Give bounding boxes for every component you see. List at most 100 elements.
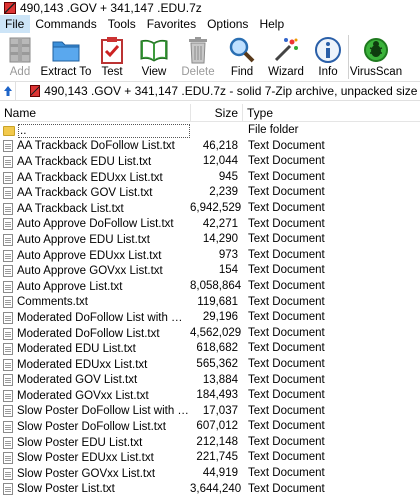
text-file-icon <box>3 140 13 153</box>
file-row[interactable]: Moderated EDUxx List.txt 565,362 Text Docu… <box>0 357 420 373</box>
menu-favorites[interactable]: Favorites <box>142 15 202 33</box>
file-row[interactable]: AA Trackback GOV List.txt 2,239 Text Docum… <box>0 185 420 201</box>
file-size: 221,745 <box>196 451 238 464</box>
file-type: Text Document <box>248 264 325 277</box>
winrar-app-icon[interactable] <box>4 1 16 14</box>
view-button[interactable]: View <box>132 33 176 81</box>
file-name: Comments.txt <box>17 296 88 309</box>
file-type: Text Document <box>248 279 325 292</box>
file-size: 618,682 <box>196 342 238 355</box>
file-row[interactable]: AA Trackback EDUxx List.txt 945 Text Docum… <box>0 170 420 186</box>
text-file-icon <box>3 483 13 496</box>
column-header-size[interactable]: Size <box>190 103 242 122</box>
parent-folder-row[interactable]: .. File folder <box>0 123 420 139</box>
file-row[interactable]: AA Trackback List.txt 6,942,529 Text Docum… <box>0 201 420 217</box>
delete-button[interactable]: Delete <box>176 33 220 81</box>
file-name: Auto Approve DoFollow List.txt <box>17 218 174 231</box>
file-type: Text Document <box>248 420 325 433</box>
file-row[interactable]: Moderated DoFollow List.txt 4,562,029 Text… <box>0 326 420 342</box>
file-size: 973 <box>218 248 238 261</box>
file-row[interactable]: Moderated GOV List.txt 13,884 Text Documen… <box>0 373 420 389</box>
text-file-icon <box>3 358 13 371</box>
file-type: Text Document <box>248 201 325 214</box>
info-button[interactable]: Info <box>308 33 348 81</box>
arrow-up-icon <box>3 86 12 96</box>
text-file-icon <box>3 327 13 340</box>
file-row[interactable]: Auto Approve EDUxx List.txt 973 Text Docum… <box>0 248 420 264</box>
file-name: AA Trackback EDU List.txt <box>17 155 152 168</box>
file-name: Auto Approve EDUxx List.txt <box>17 249 162 262</box>
file-row[interactable]: Slow Poster List.txt 3,644,240 Text Docume… <box>0 482 420 498</box>
file-size: 184,493 <box>196 389 238 402</box>
file-row[interactable]: AA Trackback DoFollow List.txt 46,218 Text… <box>0 139 420 155</box>
text-file-icon <box>3 436 13 449</box>
file-row[interactable]: Auto Approve DoFollow List.txt 42,271 Text… <box>0 217 420 233</box>
archive-path[interactable]: 490,143 .GOV + 341,147 .EDU.7z - solid 7… <box>44 84 420 98</box>
file-type: Text Document <box>248 389 325 402</box>
file-name: Slow Poster List.txt <box>17 483 115 496</box>
file-row[interactable]: Slow Poster DoFollow List with Domain ..… <box>0 404 420 420</box>
file-row[interactable]: Slow Poster EDUxx List.txt 221,745 Text Do… <box>0 450 420 466</box>
file-type: Text Document <box>248 248 325 261</box>
file-type: Text Document <box>248 435 325 448</box>
add-button[interactable]: Add <box>0 33 40 81</box>
text-file-icon <box>3 467 13 480</box>
menu-options[interactable]: Options <box>202 15 254 33</box>
file-name: Moderated DoFollow List.txt <box>17 327 160 340</box>
file-size: 4,562,029 <box>190 326 242 339</box>
file-type: Text Document <box>248 295 325 308</box>
file-type: Text Document <box>248 482 325 495</box>
file-name: Moderated EDUxx List.txt <box>17 358 148 371</box>
wizard-button[interactable]: Wizard <box>264 33 308 81</box>
menu-help[interactable]: Help <box>254 15 290 33</box>
text-file-icon <box>3 343 13 356</box>
title-bar: 490,143 .GOV + 341,147 .EDU.7z <box>0 0 420 15</box>
up-one-level-button[interactable] <box>0 82 17 100</box>
file-row[interactable]: Moderated EDU List.txt 618,682 Text Docume… <box>0 341 420 357</box>
magic-wand-icon <box>271 35 301 65</box>
file-size: 607,012 <box>196 420 238 433</box>
text-file-icon <box>3 405 13 418</box>
column-header-name[interactable]: Name <box>0 104 190 122</box>
file-row[interactable]: Slow Poster DoFollow List.txt 607,012 Text… <box>0 419 420 435</box>
find-button[interactable]: Find <box>220 33 264 81</box>
virus-bug-icon <box>361 35 391 65</box>
file-name: AA Trackback List.txt <box>17 202 124 215</box>
file-size: 3,644,240 <box>190 482 242 495</box>
file-size: 2,239 <box>209 186 238 199</box>
test-button[interactable]: Test <box>92 33 132 81</box>
file-row[interactable]: Auto Approve GOVxx List.txt 154 Text Docum… <box>0 263 420 279</box>
virusscan-button[interactable]: VirusScan <box>349 33 403 81</box>
file-name: Slow Poster EDUxx List.txt <box>17 452 154 465</box>
text-file-icon <box>3 265 13 278</box>
info-icon <box>313 35 343 65</box>
clipboard-check-icon <box>97 35 127 65</box>
file-row[interactable]: Comments.txt 119,681 Text Document <box>0 295 420 311</box>
text-file-icon <box>3 187 13 200</box>
file-size: 17,037 <box>202 404 238 417</box>
menu-file[interactable]: File <box>0 15 31 33</box>
file-size: 29,196 <box>202 311 238 324</box>
file-row[interactable]: Auto Approve EDU List.txt 14,290 Text Docu… <box>0 232 420 248</box>
menu-commands[interactable]: Commands <box>30 15 102 33</box>
file-row[interactable]: Moderated GOVxx List.txt 184,493 Text Docu… <box>0 388 420 404</box>
trash-icon <box>183 35 213 65</box>
parent-folder-type: File folder <box>248 124 299 136</box>
file-row[interactable]: Slow Poster GOVxx List.txt 44,919 Text Doc… <box>0 466 420 482</box>
file-name: Moderated GOV List.txt <box>17 374 138 387</box>
file-row[interactable]: AA Trackback EDU List.txt 12,044 Text Docu… <box>0 154 420 170</box>
text-file-icon <box>3 374 13 387</box>
file-row[interactable]: Moderated DoFollow List with Domain ... 2… <box>0 310 420 326</box>
archive-icon <box>30 85 41 97</box>
file-row[interactable]: Auto Approve List.txt 8,058,864 Text Docum… <box>0 279 420 295</box>
file-row[interactable]: Slow Poster EDU List.txt 212,148 Text Docu… <box>0 435 420 451</box>
menu-tools[interactable]: Tools <box>103 15 142 33</box>
text-file-icon <box>3 218 13 231</box>
file-size: 12,044 <box>202 155 238 168</box>
text-file-icon <box>3 202 13 215</box>
text-file-icon <box>3 296 13 309</box>
file-name: AA Trackback EDUxx List.txt <box>17 171 163 184</box>
column-header-type[interactable]: Type <box>242 103 420 122</box>
file-type: Text Document <box>248 451 325 464</box>
extract-to-button[interactable]: Extract To <box>40 33 92 81</box>
